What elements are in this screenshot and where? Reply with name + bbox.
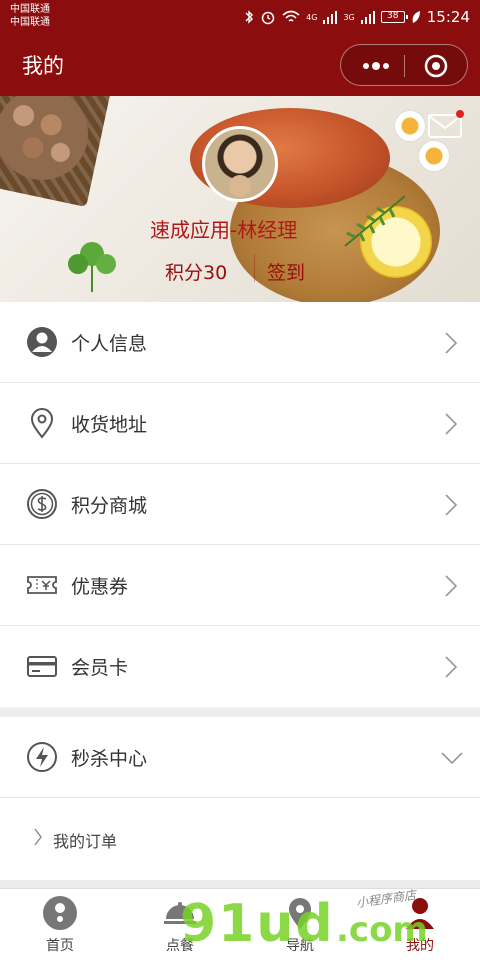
home-icon (43, 896, 77, 930)
menu-item-label: 积分商城 (71, 495, 148, 517)
carrier-2: 中国联通 (10, 17, 50, 28)
chevron-right-icon (445, 494, 458, 516)
signin-button[interactable]: 签到 (267, 258, 305, 285)
notification-dot (456, 110, 464, 118)
alarm-icon (261, 11, 275, 25)
tab-home[interactable]: 首页 (0, 889, 120, 960)
flash-sale-toggle[interactable]: 秒杀中心 (0, 717, 480, 798)
flash-sale-label: 秒杀中心 (71, 748, 148, 770)
status-bar: 中国联通 中国联通 4G 3G 38 15:24 (0, 0, 480, 34)
user-name: 速成应用-林经理 (150, 218, 298, 242)
flash-sale-section: 秒杀中心 我的订单 (0, 717, 480, 880)
parsley-decoration (68, 242, 116, 292)
menu-item-label: 收货地址 (71, 414, 148, 436)
menu-item-label: 会员卡 (71, 657, 129, 679)
menu-item-label: 优惠券 (71, 576, 129, 598)
tab-mine[interactable]: 我的 (360, 889, 480, 960)
rosemary-decoration (344, 195, 406, 247)
tab-label: 点餐 (166, 938, 194, 954)
page-title: 我的 (22, 54, 64, 78)
chevron-right-icon (445, 413, 458, 435)
nav-bar: 我的 (0, 34, 480, 96)
status-time: 15:24 (426, 8, 470, 26)
user-icon (27, 327, 57, 357)
chevron-right-icon (34, 828, 42, 846)
carrier-1: 中国联通 (10, 4, 50, 15)
signal-icon (360, 11, 375, 24)
lightning-icon (27, 742, 57, 772)
card-icon (27, 656, 57, 677)
network-3g-label: 3G (343, 12, 355, 22)
menu-item-personal-info[interactable]: 个人信息 (0, 302, 480, 383)
my-orders-item[interactable]: 我的订单 (0, 798, 480, 880)
carriers: 中国联通 中国联通 (10, 3, 50, 29)
menu-item-points-mall[interactable]: 积分商城 (0, 464, 480, 545)
mail-icon[interactable] (428, 114, 462, 138)
navigation-icon (289, 898, 311, 929)
profile-icon (406, 898, 434, 929)
coupon-icon (27, 576, 57, 594)
menu-item-address[interactable]: 收货地址 (0, 383, 480, 464)
leaf-icon (412, 11, 420, 23)
battery-icon: 38 (380, 11, 408, 23)
network-4g-label: 4G (306, 12, 318, 22)
capsule-divider (404, 55, 405, 77)
signal-icon (323, 11, 338, 24)
menu-item-coupons[interactable]: 优惠券 (0, 545, 480, 626)
avatar[interactable] (202, 126, 278, 202)
tab-label: 首页 (46, 938, 74, 954)
location-pin-icon (30, 408, 54, 439)
chevron-right-icon (445, 575, 458, 597)
close-target-icon[interactable] (424, 54, 448, 78)
chevron-down-icon (441, 752, 463, 765)
menu-item-label: 个人信息 (71, 333, 148, 355)
chevron-right-icon (445, 332, 458, 354)
points-divider (254, 254, 255, 282)
tab-label: 导航 (286, 938, 314, 954)
tab-order[interactable]: 点餐 (120, 889, 240, 960)
menu-item-member-card[interactable]: 会员卡 (0, 626, 480, 707)
profile-banner: 速成应用-林经理 积分30 签到 (0, 96, 480, 302)
section-gap (0, 709, 480, 717)
top-bar: 中国联通 中国联通 4G 3G 38 15:24 我的 (0, 0, 480, 96)
dish-icon (164, 902, 196, 924)
points-link[interactable]: 积分30 (165, 258, 227, 285)
chevron-right-icon (445, 656, 458, 678)
miniprogram-capsule (340, 44, 468, 86)
more-icon[interactable] (361, 58, 391, 74)
menu-list: 个人信息 收货地址 积分商城 优惠券 会员卡 (0, 302, 480, 707)
tab-label: 我的 (406, 938, 434, 954)
tab-navigation[interactable]: 导航 (240, 889, 360, 960)
bluetooth-icon (245, 10, 254, 24)
dollar-coin-icon (27, 489, 57, 519)
status-icons: 4G 3G 38 15:24 (244, 6, 470, 28)
wifi-icon (282, 10, 300, 22)
section-gap (0, 880, 480, 888)
bottom-tab-bar: 首页 点餐 导航 我的 (0, 888, 480, 960)
my-orders-label: 我的订单 (53, 832, 118, 851)
